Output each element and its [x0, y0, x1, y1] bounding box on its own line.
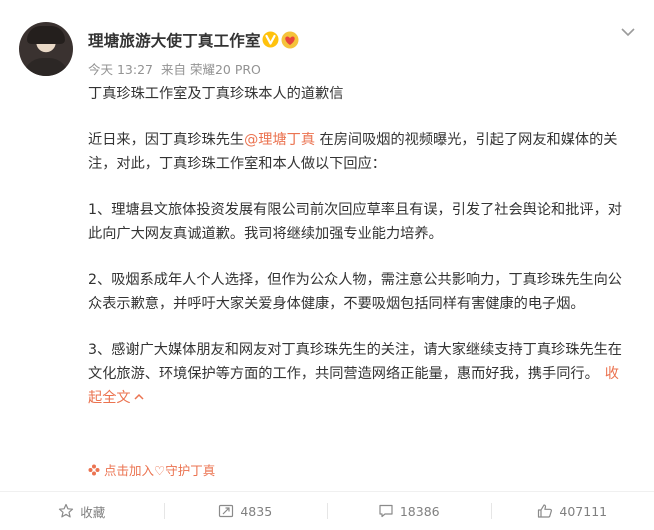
post-time[interactable]: 今天 13:27	[88, 62, 153, 77]
like-button[interactable]: 407111	[491, 492, 654, 530]
avatar[interactable]	[19, 22, 73, 76]
post-title: 丁真珍珠工作室及丁真珍珠本人的道歉信	[88, 82, 633, 106]
mention-link[interactable]: @理塘丁真	[244, 132, 315, 148]
post-content: 丁真珍珠工作室及丁真珍珠本人的道歉信 近日来，因丁真珍珠先生@理塘丁真 在房间吸…	[88, 82, 633, 410]
weibo-post-card: 理塘旅游大使丁真工作室 今天 13:27 来自 荣耀20 PRO 丁真珍珠工作室…	[0, 0, 654, 529]
chevron-up-icon	[134, 393, 144, 401]
comment-icon	[378, 503, 394, 519]
repost-icon	[218, 503, 234, 519]
favorite-label: 收藏	[80, 502, 105, 521]
post-paragraph: 3、感谢广大媒体朋友和网友对丁真珍珠先生的关注，请大家继续支持丁真珍珠先生在文化…	[88, 338, 633, 410]
post-paragraph: 1、理塘县文旅体投资发展有限公司前次回应草率且有误，引发了社会舆论和批评，对此向…	[88, 198, 633, 246]
paragraph-text: 3、感谢广大媒体朋友和网友对丁真珍珠先生的关注，请大家继续支持丁真珍珠先生在文化…	[88, 342, 622, 382]
star-icon	[58, 503, 74, 519]
like-count: 407111	[559, 504, 607, 519]
verified-badge-icon	[262, 31, 279, 48]
thumbs-up-icon	[537, 503, 553, 519]
post-paragraph: 近日来，因丁真珍珠先生@理塘丁真 在房间吸烟的视频曝光，引起了网友和媒体的关注，…	[88, 128, 633, 176]
paragraph-text: 近日来，因丁真珍珠先生	[88, 132, 244, 148]
comment-count: 18386	[400, 504, 440, 519]
post-paragraph: 2、吸烟系成年人个人选择，但作为公众人物，需注意公共影响力，丁真珍珠先生向公众表…	[88, 268, 633, 316]
guard-link[interactable]: 点击加入♡守护丁真	[88, 460, 215, 479]
fan-badge-icon[interactable]	[281, 31, 299, 49]
repost-button[interactable]: 4835	[164, 492, 328, 530]
post-source: 来自 荣耀20 PRO	[161, 62, 261, 77]
post-meta: 今天 13:27 来自 荣耀20 PRO	[88, 59, 265, 78]
guard-text: 点击加入♡守护丁真	[104, 460, 215, 479]
flower-icon	[88, 464, 100, 476]
favorite-button[interactable]: 收藏	[0, 492, 164, 530]
chevron-down-icon[interactable]	[620, 26, 636, 38]
author-name[interactable]: 理塘旅游大使丁真工作室	[88, 29, 261, 51]
repost-count: 4835	[240, 504, 272, 519]
comment-button[interactable]: 18386	[327, 492, 491, 530]
action-toolbar: 收藏 4835 18386 407111	[0, 491, 654, 530]
